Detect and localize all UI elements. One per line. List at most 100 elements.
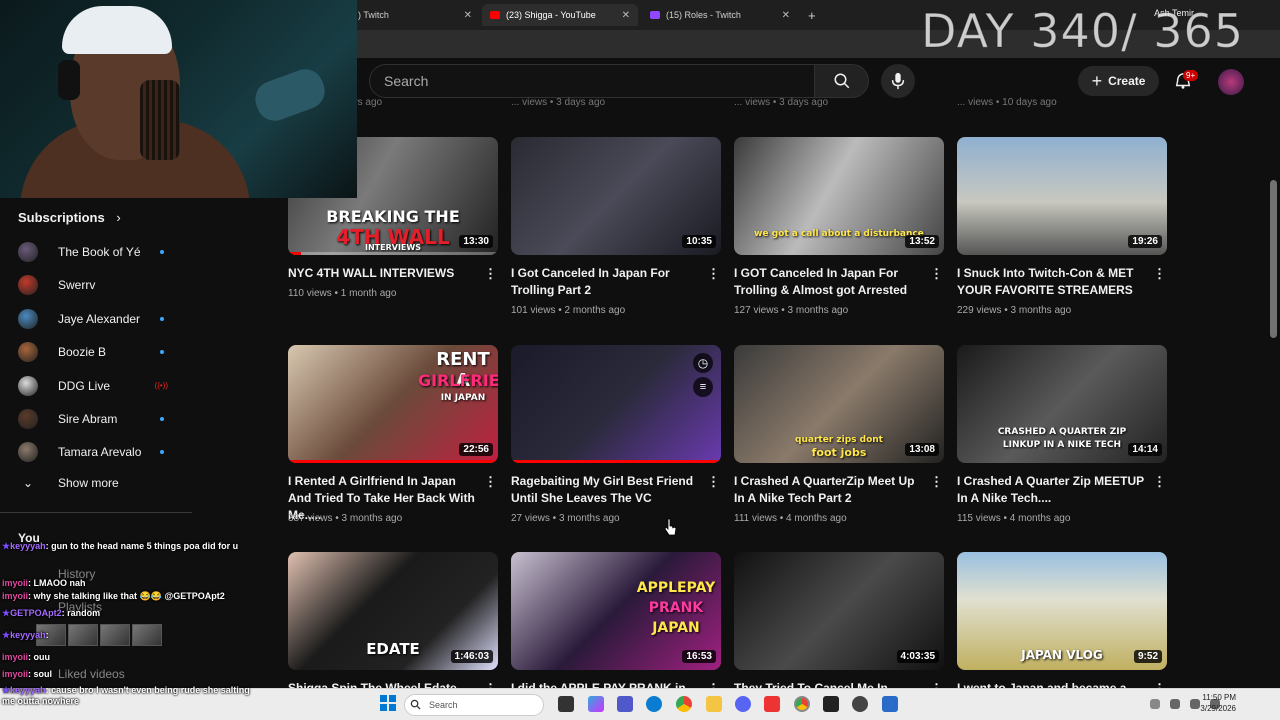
more-options-icon[interactable]: ⋮: [484, 475, 497, 491]
sidebar-item-subscription[interactable]: Jaye Alexander: [18, 307, 178, 331]
chat-username[interactable]: keyyyah: [10, 685, 46, 695]
tab-youtube[interactable]: (23) Shigga - YouTube ✕: [482, 4, 638, 26]
meta-separator: •: [778, 305, 788, 316]
video-title[interactable]: I Got Canceled In Japan For Trolling Par…: [511, 265, 699, 299]
teams-icon[interactable]: [617, 696, 633, 712]
video-card[interactable]: ◷ ≡ Ragebaiting My Girl Best Friend Until …: [511, 345, 721, 524]
video-thumbnail[interactable]: CRASHED A QUARTER ZIP LINKUP IN A NIKE TE…: [957, 345, 1167, 463]
video-thumbnail[interactable]: we got a call about a disturbance 13:52: [734, 137, 944, 255]
chat-username[interactable]: GETPOApt2: [10, 608, 62, 618]
close-tab-icon[interactable]: ✕: [782, 10, 790, 21]
close-tab-icon[interactable]: ✕: [464, 10, 472, 21]
thumbnail-caption: JAPAN: [652, 620, 700, 636]
video-card[interactable]: we got a call about a disturbance 13:52 I …: [734, 137, 944, 316]
app-icon[interactable]: [823, 696, 839, 712]
video-thumbnail[interactable]: JAPAN VLOG 9:52: [957, 552, 1167, 670]
windows-start-icon[interactable]: [380, 695, 396, 711]
discord-icon[interactable]: [735, 696, 751, 712]
video-thumbnail[interactable]: 4:03:35: [734, 552, 944, 670]
file-explorer-icon[interactable]: [706, 696, 722, 712]
view-count: 127 views: [734, 305, 779, 316]
chat-username[interactable]: imyoii: [2, 578, 28, 588]
sidebar-item-subscription[interactable]: The Book of Yé: [18, 240, 178, 264]
more-options-icon[interactable]: ⋮: [930, 475, 943, 491]
video-card[interactable]: JAPAN VLOG9:52I went to Japan and became…: [957, 552, 1167, 696]
video-thumbnail[interactable]: RENT AGIRLFRIENDIN JAPAN22:56: [288, 345, 498, 463]
video-thumbnail[interactable]: quarter zips dont foot jobs 13:08: [734, 345, 944, 463]
subscriber-badge-icon: ★: [2, 541, 11, 551]
search-button[interactable]: [815, 64, 869, 98]
video-card[interactable]: APPLEPAYPRANKJAPAN16:53I did the APPLE P…: [511, 552, 721, 696]
voice-search-button[interactable]: [881, 64, 915, 98]
taskbar-clock[interactable]: 11:50 PM 3/29/2026: [1200, 692, 1236, 714]
sidebar-item-subscription[interactable]: Sire Abram: [18, 407, 178, 431]
sidebar-item-subscription[interactable]: Swerrv: [18, 273, 178, 297]
more-options-icon[interactable]: ⋮: [930, 267, 943, 283]
create-button[interactable]: + Create: [1078, 66, 1159, 96]
video-card[interactable]: EDATE1:46:03Shigga Spin The Wheel Edate …: [288, 552, 498, 712]
chat-username[interactable]: keyyyah: [10, 630, 46, 640]
tab-roles-twitch[interactable]: (15) Roles - Twitch ✕: [642, 4, 798, 26]
more-options-icon[interactable]: ⋮: [707, 267, 720, 283]
task-view-icon[interactable]: [558, 696, 574, 712]
video-duration: 13:08: [905, 443, 939, 456]
view-count: 101 views: [511, 305, 556, 316]
search-input[interactable]: Search: [369, 64, 815, 98]
video-card[interactable]: quarter zips dont foot jobs 13:08 I Crashed…: [734, 345, 944, 524]
video-thumbnail[interactable]: ◷ ≡: [511, 345, 721, 463]
edge-icon[interactable]: [646, 696, 662, 712]
tab-twitch[interactable]: ) Twitch ✕: [350, 4, 480, 26]
video-thumbnail[interactable]: APPLEPAY PRANK JAPAN 16:53: [511, 552, 721, 670]
volume-icon[interactable]: [1190, 699, 1200, 709]
chat-username[interactable]: imyoii: [2, 669, 28, 679]
subscriptions-heading[interactable]: Subscriptions ›: [18, 210, 121, 225]
video-card[interactable]: 19:26 I Snuck Into Twitch-Con & MET YOUR …: [957, 137, 1167, 316]
app-icon[interactable]: [764, 696, 780, 712]
watch-later-icon[interactable]: ◷: [693, 353, 713, 373]
network-icon[interactable]: [1170, 699, 1180, 709]
sidebar-item-subscription[interactable]: DDG Live ((•)): [18, 374, 178, 398]
new-tab-button[interactable]: +: [800, 4, 820, 26]
video-duration: 16:53: [682, 650, 716, 663]
sidebar-item-subscription[interactable]: Boozie B: [18, 340, 178, 364]
video-card[interactable]: CRASHED A QUARTER ZIP LINKUP IN A NIKE TE…: [957, 345, 1167, 524]
video-card[interactable]: RENT AGIRLFRIENDIN JAPAN22:56I Rented A …: [288, 345, 498, 524]
chrome-active-icon[interactable]: [794, 696, 810, 712]
close-tab-icon[interactable]: ✕: [622, 10, 630, 21]
app-icon[interactable]: [882, 696, 898, 712]
subscriber-badge-icon: ★: [2, 630, 11, 640]
video-title[interactable]: NYC 4TH WALL INTERVIEWS: [288, 265, 476, 282]
video-title[interactable]: I Snuck Into Twitch-Con & MET YOUR FAVOR…: [957, 265, 1145, 299]
chat-message: ★keyyyah: gun to the head name 5 things …: [2, 541, 252, 552]
account-avatar[interactable]: [1218, 69, 1244, 95]
page-scrollbar[interactable]: [1268, 60, 1280, 688]
video-thumbnail[interactable]: 10:35: [511, 137, 721, 255]
more-options-icon[interactable]: ⋮: [484, 267, 497, 283]
taskbar-search[interactable]: Search: [404, 694, 544, 716]
scrollbar-thumb[interactable]: [1270, 180, 1277, 338]
video-title[interactable]: I Crashed A Quarter Zip MEETUP In A Nike…: [957, 473, 1145, 507]
tray-chevron-icon[interactable]: [1150, 699, 1160, 709]
obs-icon[interactable]: [852, 696, 868, 712]
video-card[interactable]: 10:35 I Got Canceled In Japan For Trollin…: [511, 137, 721, 316]
chat-username[interactable]: keyyyah: [10, 541, 46, 551]
chat-username[interactable]: imyoii: [2, 591, 28, 601]
chat-username[interactable]: imyoii: [2, 652, 28, 662]
day-counter-overlay: DAY 340/ 365: [921, 4, 1244, 59]
video-title[interactable]: Ragebaiting My Girl Best Friend Until Sh…: [511, 473, 699, 507]
video-card[interactable]: 4:03:35They Tried To Cancel Me In Japan.…: [734, 552, 944, 712]
video-thumbnail[interactable]: 19:26: [957, 137, 1167, 255]
show-more-button[interactable]: ⌄ Show more: [18, 476, 119, 490]
thumbnail-caption: CRASHED A QUARTER ZIP: [997, 427, 1127, 437]
chrome-icon[interactable]: [676, 696, 692, 712]
copilot-icon[interactable]: [588, 696, 604, 712]
sidebar-item-subscription[interactable]: Tamara Arevalo: [18, 440, 178, 464]
more-options-icon[interactable]: ⋮: [1153, 475, 1166, 491]
more-options-icon[interactable]: ⋮: [1153, 267, 1166, 283]
more-options-icon[interactable]: ⋮: [707, 475, 720, 491]
video-thumbnail[interactable]: EDATE 1:46:03: [288, 552, 498, 670]
video-title[interactable]: I Crashed A QuarterZip Meet Up In A Nike…: [734, 473, 922, 507]
add-to-queue-icon[interactable]: ≡: [693, 377, 713, 397]
create-label: Create: [1108, 74, 1146, 88]
video-title[interactable]: I GOT Canceled In Japan For Trolling & A…: [734, 265, 922, 299]
